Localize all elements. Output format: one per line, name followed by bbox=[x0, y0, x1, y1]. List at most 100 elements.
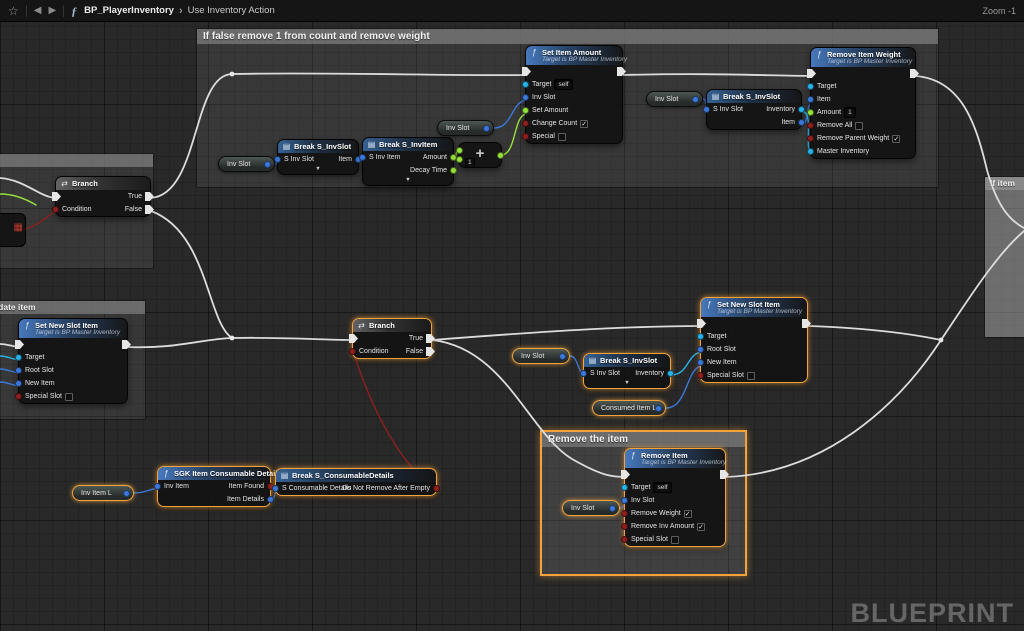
condition-pin[interactable] bbox=[349, 348, 356, 355]
exec-pin[interactable] bbox=[349, 334, 358, 343]
node-header[interactable]: ▤Break S_InvItem bbox=[363, 138, 453, 151]
remove-all-pin[interactable] bbox=[807, 122, 814, 129]
target-pin[interactable] bbox=[697, 333, 704, 340]
var-get-consumed-item-l[interactable]: Consumed Item L bbox=[592, 400, 666, 416]
bookmark-star-icon[interactable]: ☆ bbox=[8, 0, 19, 22]
s-inv-slot-pin[interactable] bbox=[274, 156, 281, 163]
wire[interactable] bbox=[808, 326, 941, 340]
node-remove-item[interactable]: ƒRemove ItemTarget is BP Master Inventor… bbox=[624, 448, 726, 547]
s-inv-slot-pin[interactable] bbox=[580, 370, 587, 377]
comment-title[interactable]: If false remove 1 from count and remove … bbox=[197, 29, 938, 44]
condition-pin[interactable] bbox=[52, 206, 59, 213]
false-pin[interactable] bbox=[426, 347, 435, 356]
special-pin[interactable] bbox=[522, 133, 529, 140]
checkbox[interactable]: ✓ bbox=[697, 523, 705, 531]
exec-pin[interactable] bbox=[802, 319, 811, 328]
node-break-invslot-2[interactable]: ▤Break S_InvSlotS Inv SlotInventoryItem bbox=[706, 89, 802, 130]
inv-slot-pin[interactable] bbox=[621, 497, 628, 504]
exec-pin[interactable] bbox=[807, 69, 816, 78]
nav-back-icon[interactable]: ◀ bbox=[34, 0, 42, 22]
special-slot-pin[interactable] bbox=[15, 393, 22, 400]
struct-pin[interactable] bbox=[123, 490, 130, 497]
checkbox[interactable] bbox=[558, 133, 566, 141]
target-pin[interactable] bbox=[522, 81, 529, 88]
value-box[interactable]: self bbox=[653, 482, 671, 493]
node-set-item-amount[interactable]: ƒSet Item AmountTarget is BP Master Inve… bbox=[525, 45, 623, 144]
node-break-consumabledetails[interactable]: ▤Break S_ConsumableDetailsS Consumable D… bbox=[275, 468, 437, 496]
target-pin[interactable] bbox=[807, 83, 814, 90]
node-header[interactable]: ƒSet New Slot ItemTarget is BP Master In… bbox=[19, 319, 127, 338]
amount-pin[interactable] bbox=[807, 109, 814, 116]
var-get-inv-slot[interactable]: Inv Slot bbox=[562, 500, 620, 516]
expand-pins-icon[interactable]: ▼ bbox=[584, 380, 670, 388]
expand-pins-icon[interactable]: ▼ bbox=[278, 166, 358, 174]
nav-forward-icon[interactable]: ▶ bbox=[48, 0, 56, 22]
comment-title[interactable]: If item bbox=[985, 177, 1024, 190]
remove-parent-weight-pin[interactable] bbox=[807, 135, 814, 142]
checkbox[interactable]: ✓ bbox=[892, 135, 900, 143]
master-inventory-pin[interactable] bbox=[807, 148, 814, 155]
s-inv-slot-pin[interactable] bbox=[703, 106, 710, 113]
struct-pin[interactable] bbox=[483, 125, 490, 132]
inv-item-pin[interactable] bbox=[154, 483, 161, 490]
node-header[interactable]: ⇄Branch bbox=[56, 177, 150, 190]
struct-pin[interactable] bbox=[559, 353, 566, 360]
node-header[interactable]: ⇄Branch bbox=[353, 319, 431, 332]
graph-canvas[interactable]: BLUEPRINT If false remove 1 from count a… bbox=[0, 0, 1024, 631]
node-break-invitem[interactable]: ▤Break S_InvItemS Inv ItemAmountDecay Ti… bbox=[362, 137, 454, 186]
change-count-pin[interactable] bbox=[522, 120, 529, 127]
node-header[interactable]: ƒSGK Item Consumable Details bbox=[158, 467, 270, 480]
checkbox[interactable] bbox=[747, 372, 755, 380]
breadcrumb-root[interactable]: BP_PlayerInventory bbox=[84, 5, 174, 16]
comment-box-if-item[interactable]: If item bbox=[984, 176, 1024, 338]
struct-pin[interactable] bbox=[692, 96, 699, 103]
float-pin[interactable] bbox=[497, 152, 504, 159]
struct-pin[interactable] bbox=[655, 405, 662, 412]
struct-pin[interactable] bbox=[264, 161, 271, 168]
inventory-pin[interactable] bbox=[667, 370, 674, 377]
node-set-new-slot-item-1[interactable]: ƒSet New Slot ItemTarget is BP Master In… bbox=[18, 318, 128, 404]
target-pin[interactable] bbox=[621, 484, 628, 491]
checkbox[interactable]: ✓ bbox=[580, 120, 588, 128]
root-slot-pin[interactable] bbox=[15, 367, 22, 374]
new-item-pin[interactable] bbox=[15, 380, 22, 387]
value-box[interactable]: 1 bbox=[844, 107, 856, 118]
breadcrumb-current[interactable]: Use Inventory Action bbox=[188, 5, 275, 16]
value-box[interactable]: 1 bbox=[465, 158, 475, 168]
struct-pin[interactable] bbox=[609, 505, 616, 512]
partial-node[interactable]: ▦ bbox=[0, 213, 26, 247]
wire[interactable] bbox=[232, 338, 354, 340]
checkbox[interactable] bbox=[671, 536, 679, 544]
value-box[interactable]: self bbox=[554, 79, 572, 90]
inv-slot-pin[interactable] bbox=[522, 94, 529, 101]
node-header[interactable]: ▤Break S_InvSlot bbox=[707, 90, 801, 103]
item-pin[interactable] bbox=[798, 119, 805, 126]
exec-pin[interactable] bbox=[621, 470, 630, 479]
wire[interactable] bbox=[151, 211, 232, 338]
exec-pin[interactable] bbox=[15, 340, 24, 349]
float-pin[interactable] bbox=[456, 147, 463, 154]
remove-weight-pin[interactable] bbox=[621, 510, 628, 517]
comment-title[interactable]: Remove the item bbox=[542, 432, 745, 447]
remove-inv-amount-pin[interactable] bbox=[621, 523, 628, 530]
s-consumable-details-pin[interactable] bbox=[272, 485, 279, 492]
node-header[interactable]: ƒRemove Item WeightTarget is BP Master I… bbox=[811, 48, 915, 67]
var-get-inv-slot[interactable]: Inv Slot bbox=[437, 120, 494, 136]
node-break-invslot-3[interactable]: ▤Break S_InvSlotS Inv SlotInventory▼ bbox=[583, 353, 671, 389]
var-get-inv-item-l[interactable]: Inv Item L bbox=[72, 485, 134, 501]
node-sgk-item-consumable-details[interactable]: ƒSGK Item Consumable DetailsInv ItemItem… bbox=[157, 466, 271, 507]
node-branch-2[interactable]: ⇄BranchTrueConditionFalse bbox=[352, 318, 432, 359]
checkbox[interactable] bbox=[65, 393, 73, 401]
root-slot-pin[interactable] bbox=[697, 346, 704, 353]
exec-pin[interactable] bbox=[52, 192, 61, 201]
set-amount-pin[interactable] bbox=[522, 107, 529, 114]
do-not-remove-after-empty-pin[interactable] bbox=[433, 485, 440, 492]
item-pin[interactable] bbox=[807, 96, 814, 103]
node-add-node[interactable]: +1 bbox=[458, 142, 502, 168]
node-branch-1[interactable]: ⇄BranchTrueConditionFalse bbox=[55, 176, 151, 217]
var-get-inv-slot[interactable]: Inv Slot bbox=[218, 156, 275, 172]
special-slot-pin[interactable] bbox=[621, 536, 628, 543]
node-header[interactable]: ƒRemove ItemTarget is BP Master Inventor… bbox=[625, 449, 725, 468]
expand-pins-icon[interactable]: ▼ bbox=[363, 177, 453, 185]
node-header[interactable]: ▤Break S_InvSlot bbox=[584, 354, 670, 367]
